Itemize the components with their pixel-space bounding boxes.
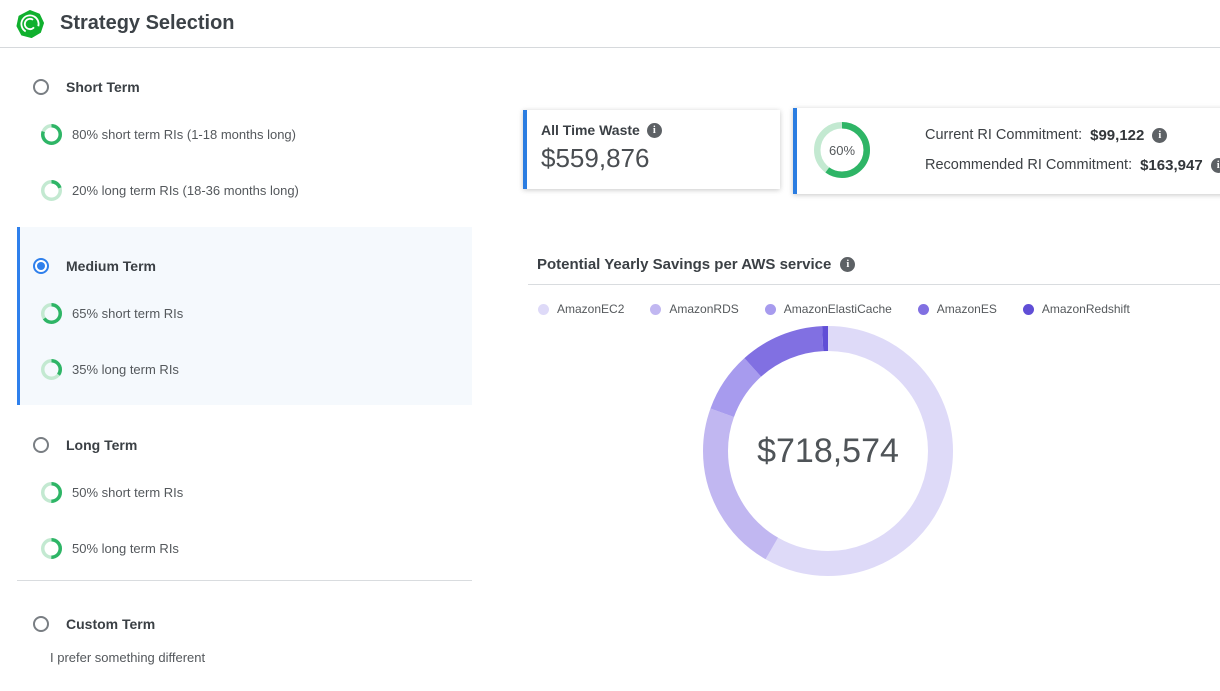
- info-icon[interactable]: [1152, 128, 1167, 143]
- percent-ring-icon: [41, 124, 62, 145]
- percent-ring-icon: [41, 180, 62, 201]
- legend-dot-icon: [538, 304, 549, 315]
- cloudcheckr-logo-icon: [16, 10, 44, 38]
- option-short-term[interactable]: Short Term: [33, 77, 140, 97]
- current-commitment-value: $99,122: [1090, 127, 1144, 144]
- strategy-options-panel: Short Term 80% short term RIs (1-18 mont…: [17, 48, 472, 691]
- info-icon[interactable]: [840, 257, 855, 272]
- legend-label: AmazonElastiCache: [784, 302, 892, 316]
- app-header: Strategy Selection: [0, 0, 1220, 48]
- legend-item-amazonec2[interactable]: AmazonEC2: [538, 302, 624, 316]
- donut-total-value: $718,574: [703, 326, 953, 576]
- legend-label: AmazonRDS: [669, 302, 738, 316]
- legend-dot-icon: [1023, 304, 1034, 315]
- item-label: 50% long term RIs: [72, 541, 179, 556]
- custom-term-description: I prefer something different: [50, 650, 205, 665]
- list-item: 35% long term RIs: [41, 358, 179, 380]
- option-custom-term[interactable]: Custom Term: [33, 614, 155, 634]
- divider: [528, 284, 1220, 285]
- item-label: 65% short term RIs: [72, 306, 183, 321]
- option-medium-term[interactable]: Medium Term: [33, 256, 156, 276]
- list-item: 20% long term RIs (18-36 months long): [41, 179, 299, 201]
- chart-title: Potential Yearly Savings per AWS service: [537, 256, 831, 273]
- radio-short-term[interactable]: [33, 79, 49, 95]
- legend-item-amazones[interactable]: AmazonES: [918, 302, 997, 316]
- list-item: 65% short term RIs: [41, 302, 183, 324]
- info-icon[interactable]: [1211, 158, 1220, 173]
- gauge-percent-label: 60%: [814, 122, 870, 178]
- chart-header: Potential Yearly Savings per AWS service: [537, 256, 855, 273]
- ri-commitment-card: 60% Current RI Commitment: $99,122 Recom…: [793, 108, 1220, 194]
- item-label: 20% long term RIs (18-36 months long): [72, 183, 299, 198]
- item-label: 50% short term RIs: [72, 485, 183, 500]
- legend-label: AmazonRedshift: [1042, 302, 1130, 316]
- radio-custom-term[interactable]: [33, 616, 49, 632]
- legend-item-amazonelasticache[interactable]: AmazonElastiCache: [765, 302, 892, 316]
- legend-dot-icon: [918, 304, 929, 315]
- legend-label: AmazonEC2: [557, 302, 624, 316]
- recommended-commitment-value: $163,947: [1140, 157, 1203, 174]
- percent-ring-icon: [41, 359, 62, 380]
- legend-dot-icon: [650, 304, 661, 315]
- percent-ring-icon: [41, 303, 62, 324]
- list-item: 50% long term RIs: [41, 537, 179, 559]
- option-label: Medium Term: [66, 258, 156, 274]
- all-time-waste-card: All Time Waste $559,876: [523, 110, 780, 189]
- recommended-commitment-row: Recommended RI Commitment: $163,947: [925, 155, 1220, 175]
- item-label: 80% short term RIs (1-18 months long): [72, 127, 296, 142]
- legend-item-amazonrds[interactable]: AmazonRDS: [650, 302, 738, 316]
- strategy-selection-page: { "colors": { "green": "#2eb566", "green…: [0, 0, 1220, 691]
- radio-medium-term[interactable]: [33, 258, 49, 274]
- list-item: 80% short term RIs (1-18 months long): [41, 123, 296, 145]
- option-label: Short Term: [66, 79, 140, 95]
- chart-legend: AmazonEC2 AmazonRDS AmazonElastiCache Am…: [538, 302, 1130, 316]
- legend-item-amazonredshift[interactable]: AmazonRedshift: [1023, 302, 1130, 316]
- recommended-commitment-label: Recommended RI Commitment:: [925, 157, 1132, 173]
- list-item: 50% short term RIs: [41, 481, 183, 503]
- item-label: 35% long term RIs: [72, 362, 179, 377]
- current-commitment-label: Current RI Commitment:: [925, 127, 1082, 143]
- percent-ring-icon: [41, 482, 62, 503]
- current-commitment-row: Current RI Commitment: $99,122: [925, 125, 1167, 145]
- card-title: All Time Waste: [541, 122, 640, 138]
- percent-ring-icon: [41, 538, 62, 559]
- radio-long-term[interactable]: [33, 437, 49, 453]
- option-long-term[interactable]: Long Term: [33, 435, 137, 455]
- all-time-waste-value: $559,876: [541, 143, 780, 174]
- legend-label: AmazonES: [937, 302, 997, 316]
- option-label: Long Term: [66, 437, 137, 453]
- option-label: Custom Term: [66, 616, 155, 632]
- page-title: Strategy Selection: [60, 0, 235, 47]
- legend-dot-icon: [765, 304, 776, 315]
- info-icon[interactable]: [647, 123, 662, 138]
- divider: [17, 580, 472, 581]
